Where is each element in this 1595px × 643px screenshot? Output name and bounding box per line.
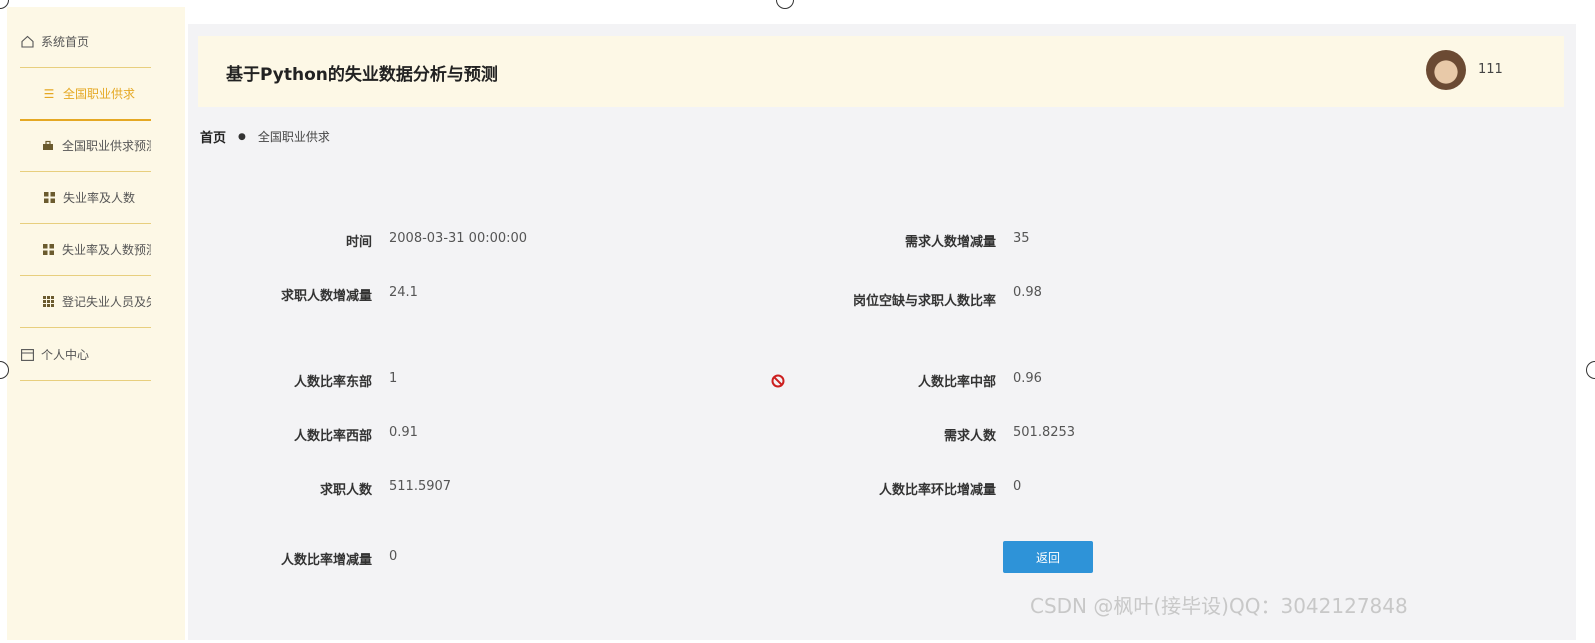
watermark: CSDN @枫叶(接毕设)QQ：3042127848: [1030, 594, 1408, 618]
back-button[interactable]: 返回: [1003, 541, 1093, 573]
field-value-ratio-east: 1: [389, 371, 398, 386]
field-value-ratio-mom-change: 0: [1013, 479, 1022, 494]
sidebar: 系统首页 ☰ 全国职业供求 全国职业供求预测 失业率及人数 失业率及人数预测 登…: [7, 7, 185, 640]
field-label-demand-change: 需求人数增减量: [904, 235, 996, 250]
profile-card-icon: [20, 348, 34, 362]
sidebar-item-label: 失业率及人数预测: [61, 243, 151, 257]
breadcrumb-separator-icon: ●: [238, 131, 246, 142]
sidebar-item-label: 全国职业供求预测: [61, 139, 151, 153]
table-icon: [42, 295, 55, 309]
breadcrumb-current: 全国职业供求: [257, 130, 330, 144]
main-content: 基于Python的失业数据分析与预测 111 首页 ● 全国职业供求 时间 20…: [188, 24, 1576, 640]
sidebar-item-label: 登记失业人员及失: [61, 295, 151, 309]
field-label-ratio-mom-change: 人数比率环比增减量: [878, 483, 996, 498]
grid-icon: [42, 191, 56, 205]
sidebar-item-unemployment-forecast[interactable]: 失业率及人数预测: [20, 224, 151, 276]
breadcrumb-home[interactable]: 首页: [200, 127, 226, 146]
sidebar-item-home[interactable]: 系统首页: [20, 16, 151, 68]
field-value-ratio-west: 0.91: [389, 425, 418, 440]
not-allowed-cursor-icon: [771, 374, 785, 388]
list-icon: ☰: [43, 86, 55, 101]
field-label-ratio-change: 人数比率增减量: [280, 553, 372, 568]
field-value-vacancy-ratio: 0.98: [1013, 285, 1042, 300]
username[interactable]: 111: [1478, 62, 1503, 77]
sidebar-item-profile[interactable]: 个人中心: [20, 329, 151, 381]
field-value-ratio-change: 0: [389, 549, 398, 564]
field-label-demand: 需求人数: [943, 429, 996, 444]
sidebar-item-home-label: 系统首页: [41, 35, 90, 49]
field-label-ratio-east: 人数比率东部: [293, 375, 372, 390]
sidebar-item-unemployment[interactable]: 失业率及人数: [20, 172, 151, 224]
sidebar-item-supply-demand[interactable]: ☰ 全国职业供求: [20, 68, 151, 121]
field-label-ratio-central: 人数比率中部: [917, 375, 996, 390]
home-icon: [20, 35, 34, 49]
breadcrumb: 首页 ● 全国职业供求: [200, 127, 330, 146]
field-value-time: 2008-03-31 00:00:00: [389, 231, 528, 246]
sidebar-item-label: 失业率及人数: [63, 191, 136, 205]
field-label-jobseekers: 求职人数: [319, 483, 372, 498]
field-value-jobseeker-change: 24.1: [389, 285, 418, 300]
field-value-demand-change: 35: [1013, 231, 1030, 246]
resize-handle-middle-right[interactable]: [1586, 361, 1595, 379]
field-value-ratio-central: 0.96: [1013, 371, 1042, 386]
sidebar-item-registered-unemployed[interactable]: 登记失业人员及失: [20, 276, 151, 328]
header-bar: 基于Python的失业数据分析与预测 111: [198, 36, 1564, 107]
field-label-time: 时间: [345, 235, 372, 250]
field-value-demand: 501.8253: [1013, 425, 1076, 440]
briefcase-icon: [42, 139, 55, 153]
sidebar-item-supply-demand-forecast[interactable]: 全国职业供求预测: [20, 120, 151, 172]
grid-icon: [42, 243, 55, 257]
resize-handle-top-center[interactable]: [776, 0, 794, 9]
sidebar-item-label: 全国职业供求: [63, 87, 136, 101]
field-value-jobseekers: 511.5907: [389, 479, 452, 494]
page-title: 基于Python的失业数据分析与预测: [226, 65, 498, 85]
field-label-jobseeker-change: 求职人数增减量: [280, 289, 372, 304]
field-label-ratio-west: 人数比率西部: [293, 429, 372, 444]
sidebar-item-profile-label: 个人中心: [41, 348, 90, 362]
field-label-vacancy-ratio: 岗位空缺与求职人数比率: [852, 294, 996, 309]
avatar[interactable]: [1426, 50, 1466, 90]
